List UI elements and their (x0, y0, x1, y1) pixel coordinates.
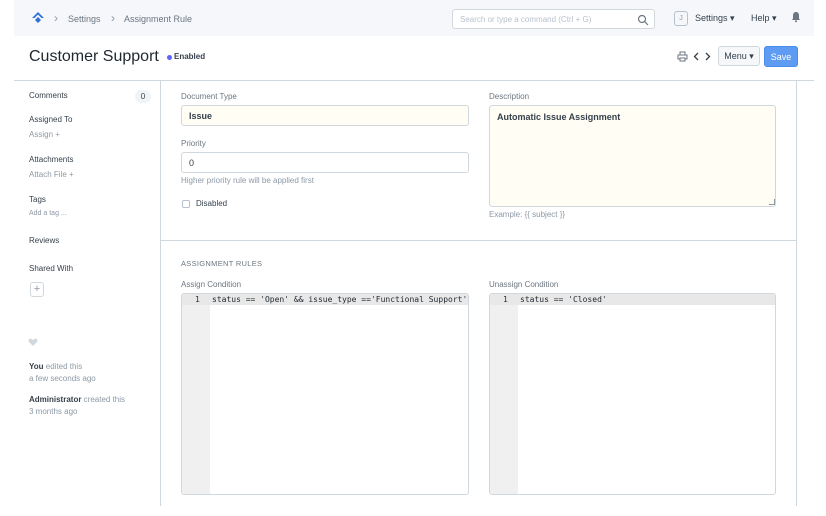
form-sidebar: Comments 0 Assigned To Assign + Attachme… (14, 81, 160, 506)
form-border (796, 81, 797, 506)
sidebar-reviews-label: Reviews (29, 236, 60, 245)
breadcrumb-settings[interactable]: Settings (68, 14, 101, 24)
avatar[interactable]: J (674, 11, 688, 26)
page-title: Customer Support (29, 48, 159, 65)
assign-condition-label: Assign Condition (181, 280, 242, 289)
priority-field[interactable]: 0 (181, 152, 469, 173)
priority-help-text: Higher priority rule will be applied fir… (181, 176, 314, 185)
attach-file-link[interactable]: Attach File + (29, 170, 74, 180)
previous-icon[interactable] (691, 51, 702, 62)
navbar: › Settings › Assignment Rule Search or t… (14, 0, 814, 36)
help-dropdown[interactable]: Help ▾ (751, 13, 777, 24)
assign-condition-editor[interactable]: 1 status == 'Open' && issue_type =='Func… (181, 293, 469, 495)
line-number: 1 (195, 295, 200, 304)
editor-gutter (490, 294, 518, 494)
sidebar-tags-label: Tags (29, 195, 46, 204)
like-heart-icon[interactable] (28, 337, 38, 347)
unassign-condition-label: Unassign Condition (489, 280, 559, 289)
caret-down-icon: ▾ (730, 13, 735, 23)
next-icon[interactable] (702, 51, 713, 62)
priority-label: Priority (181, 139, 206, 148)
timeline-time: a few seconds ago (29, 374, 96, 383)
disabled-checkbox[interactable] (182, 200, 190, 208)
resize-handle-icon[interactable] (769, 199, 775, 205)
search-icon (637, 14, 649, 26)
unassign-condition-editor[interactable]: 1 status == 'Closed' (489, 293, 776, 495)
breadcrumb-assignment-rule[interactable]: Assignment Rule (124, 14, 192, 24)
menu-button-label: Menu (724, 51, 747, 61)
chevron-right-icon: › (111, 11, 115, 25)
sidebar-attachments-label: Attachments (29, 155, 74, 164)
status-badge: Enabled (174, 52, 206, 61)
menu-button[interactable]: Menu ▾ (718, 46, 760, 66)
document-type-label: Document Type (181, 92, 237, 101)
description-help-text: Example: {{ subject }} (489, 210, 566, 219)
section-divider (161, 240, 796, 241)
assign-condition-code[interactable]: status == 'Open' && issue_type =='Functi… (212, 295, 467, 305)
caret-down-icon: ▾ (772, 13, 777, 23)
assign-link[interactable]: Assign + (29, 130, 60, 140)
timeline-entry: Administrator created this (29, 395, 125, 405)
print-icon[interactable] (677, 51, 688, 62)
document-type-field[interactable]: Issue (181, 105, 469, 126)
description-label: Description (489, 92, 530, 101)
timeline-time: 3 months ago (29, 407, 78, 416)
settings-dropdown[interactable]: Settings ▾ (695, 13, 735, 24)
chevron-right-icon: › (54, 11, 58, 25)
timeline-user[interactable]: You (29, 362, 44, 371)
timeline-entry: You edited this (29, 362, 82, 372)
sidebar-comments-label[interactable]: Comments (29, 91, 68, 101)
add-tag-link[interactable]: Add a tag ... (29, 209, 67, 219)
comments-count-badge: 0 (135, 90, 151, 103)
description-textarea[interactable]: Automatic Issue Assignment (489, 105, 776, 207)
page-header: Customer Support Enabled Menu ▾ Save (14, 36, 814, 81)
timeline-action: created this (81, 395, 126, 404)
editor-gutter (182, 294, 210, 494)
help-dropdown-label: Help (751, 13, 770, 23)
section-title-assignment-rules: ASSIGNMENT RULES (181, 259, 263, 268)
sidebar-shared-with-label: Shared With (29, 264, 74, 273)
line-number: 1 (503, 295, 508, 304)
settings-dropdown-label: Settings (695, 13, 728, 23)
search-placeholder: Search or type a command (Ctrl + G) (460, 15, 592, 24)
caret-down-icon: ▾ (749, 51, 754, 61)
bell-icon[interactable] (790, 11, 802, 23)
timeline-action: edited this (43, 362, 83, 371)
status-indicator-icon (167, 55, 172, 60)
unassign-condition-code[interactable]: status == 'Closed' (520, 295, 607, 305)
timeline-user[interactable]: Administrator (29, 395, 81, 404)
disabled-label[interactable]: Disabled (196, 199, 227, 209)
app-logo-icon[interactable] (31, 11, 45, 25)
sidebar-assigned-to-label: Assigned To (29, 115, 73, 124)
sidebar-divider (160, 81, 161, 506)
add-share-button[interactable]: + (30, 282, 44, 297)
search-input[interactable]: Search or type a command (Ctrl + G) (452, 9, 655, 29)
save-button[interactable]: Save (764, 46, 798, 67)
